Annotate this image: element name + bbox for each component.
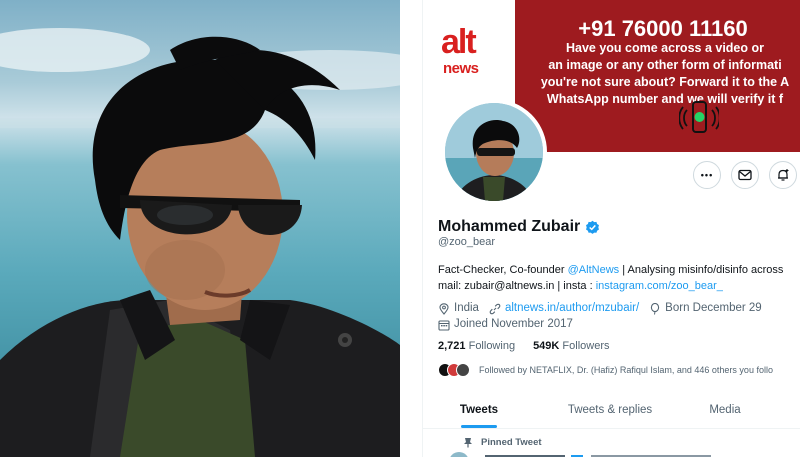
following-count: 2,721 <box>438 340 466 352</box>
bio-text: Fact-Checker, Co-founder <box>438 264 568 276</box>
follower-avatars <box>438 363 470 377</box>
pinned-tweet-label: Pinned Tweet <box>463 437 542 448</box>
avatar-illustration <box>445 103 543 201</box>
profile-name: Mohammed Zubair <box>438 218 581 235</box>
more-icon: ••• <box>700 170 714 180</box>
link-icon <box>489 303 501 314</box>
meta-row: India altnews.in/author/mzubair/ Born De… <box>438 301 772 316</box>
balloon-icon <box>651 302 660 315</box>
altnews-logo: alt news <box>441 24 497 78</box>
calendar-icon <box>438 319 450 331</box>
notify-button[interactable] <box>769 161 797 189</box>
profile-photo-large <box>0 0 400 457</box>
pin-icon <box>464 438 472 448</box>
location-pin-icon <box>439 302 449 315</box>
instagram-link[interactable]: instagram.com/zoo_bear_ <box>596 280 723 292</box>
banner-message: Have you come across a video or an image… <box>515 40 800 108</box>
twitter-profile-panel: alt news +91 76000 11160 Have you come a… <box>422 0 800 457</box>
envelope-icon <box>738 169 752 181</box>
portrait-illustration <box>0 28 400 457</box>
bell-plus-icon <box>778 169 789 181</box>
followers-stat[interactable]: 549K Followers <box>533 340 609 352</box>
tab-media[interactable]: Media <box>685 392 765 428</box>
followers-count: 549K <box>533 340 560 352</box>
bio-line: Fact-Checker, Co-founder @AltNews | Anal… <box>438 262 800 278</box>
profile-meta: India altnews.in/author/mzubair/ Born De… <box>438 301 772 333</box>
profile-actions: ••• <box>693 161 800 189</box>
followed-by[interactable]: Followed by NETAFLIX, Dr. (Hafiz) Rafiqu… <box>438 363 773 377</box>
birthday-text: Born December 29 <box>665 302 762 314</box>
location-text: India <box>454 302 479 314</box>
more-button[interactable]: ••• <box>693 161 721 189</box>
banner-message-line: you're not sure about? Forward it to the… <box>540 75 790 89</box>
website-item: altnews.in/author/mzubair/ <box>489 301 639 316</box>
profile-avatar[interactable] <box>441 99 547 205</box>
whatsapp-phone-icon <box>679 101 719 133</box>
website-link[interactable]: altnews.in/author/mzubair/ <box>505 301 639 316</box>
profile-tabs: Tweets Tweets & replies Media <box>423 392 800 429</box>
tab-tweets[interactable]: Tweets <box>423 392 535 428</box>
banner-message-line: an image or any other form of informati <box>548 58 782 72</box>
birthday-item: Born December 29 <box>649 301 762 316</box>
follower-avatar <box>456 363 470 377</box>
banner-message-line: Have you come across a video or <box>565 41 764 55</box>
followed-by-text: Followed by NETAFLIX, Dr. (Hafiz) Rafiqu… <box>479 365 773 375</box>
pinned-text: Pinned Tweet <box>481 437 542 448</box>
altnews-mention-link[interactable]: @AltNews <box>568 264 620 276</box>
location-item: India <box>438 301 479 316</box>
joined-item: Joined November 2017 <box>438 317 573 332</box>
logo-alt-text: alt <box>441 23 477 61</box>
bio-text: | Analysing misinfo/disinfo across <box>619 264 784 276</box>
following-label: Following <box>468 340 516 352</box>
logo-news-text: news <box>443 60 479 77</box>
follow-stats: 2,721 Following 549K Followers <box>438 340 610 352</box>
tab-tweets-replies[interactable]: Tweets & replies <box>535 392 685 428</box>
banner-message-line: WhatsApp number and we will verify it f <box>546 92 784 106</box>
profile-handle: @zoo_bear <box>438 236 496 248</box>
bio-line: mail: zubair@altnews.in | insta : instag… <box>438 278 800 294</box>
meta-row: Joined November 2017 <box>438 317 772 332</box>
joined-text: Joined November 2017 <box>454 318 573 330</box>
message-button[interactable] <box>731 161 759 189</box>
profile-bio: Fact-Checker, Co-founder @AltNews | Anal… <box>438 262 800 294</box>
banner-phone-number: +91 76000 11160 <box>578 16 748 41</box>
pinned-tweet-preview <box>450 452 711 457</box>
verified-badge-icon <box>586 220 600 234</box>
followers-label: Followers <box>562 340 610 352</box>
image-divider <box>400 0 422 457</box>
following-stat[interactable]: 2,721 Following <box>438 340 515 352</box>
profile-name-row: Mohammed Zubair <box>438 218 600 236</box>
bio-text: mail: zubair@altnews.in | insta : <box>438 280 596 292</box>
